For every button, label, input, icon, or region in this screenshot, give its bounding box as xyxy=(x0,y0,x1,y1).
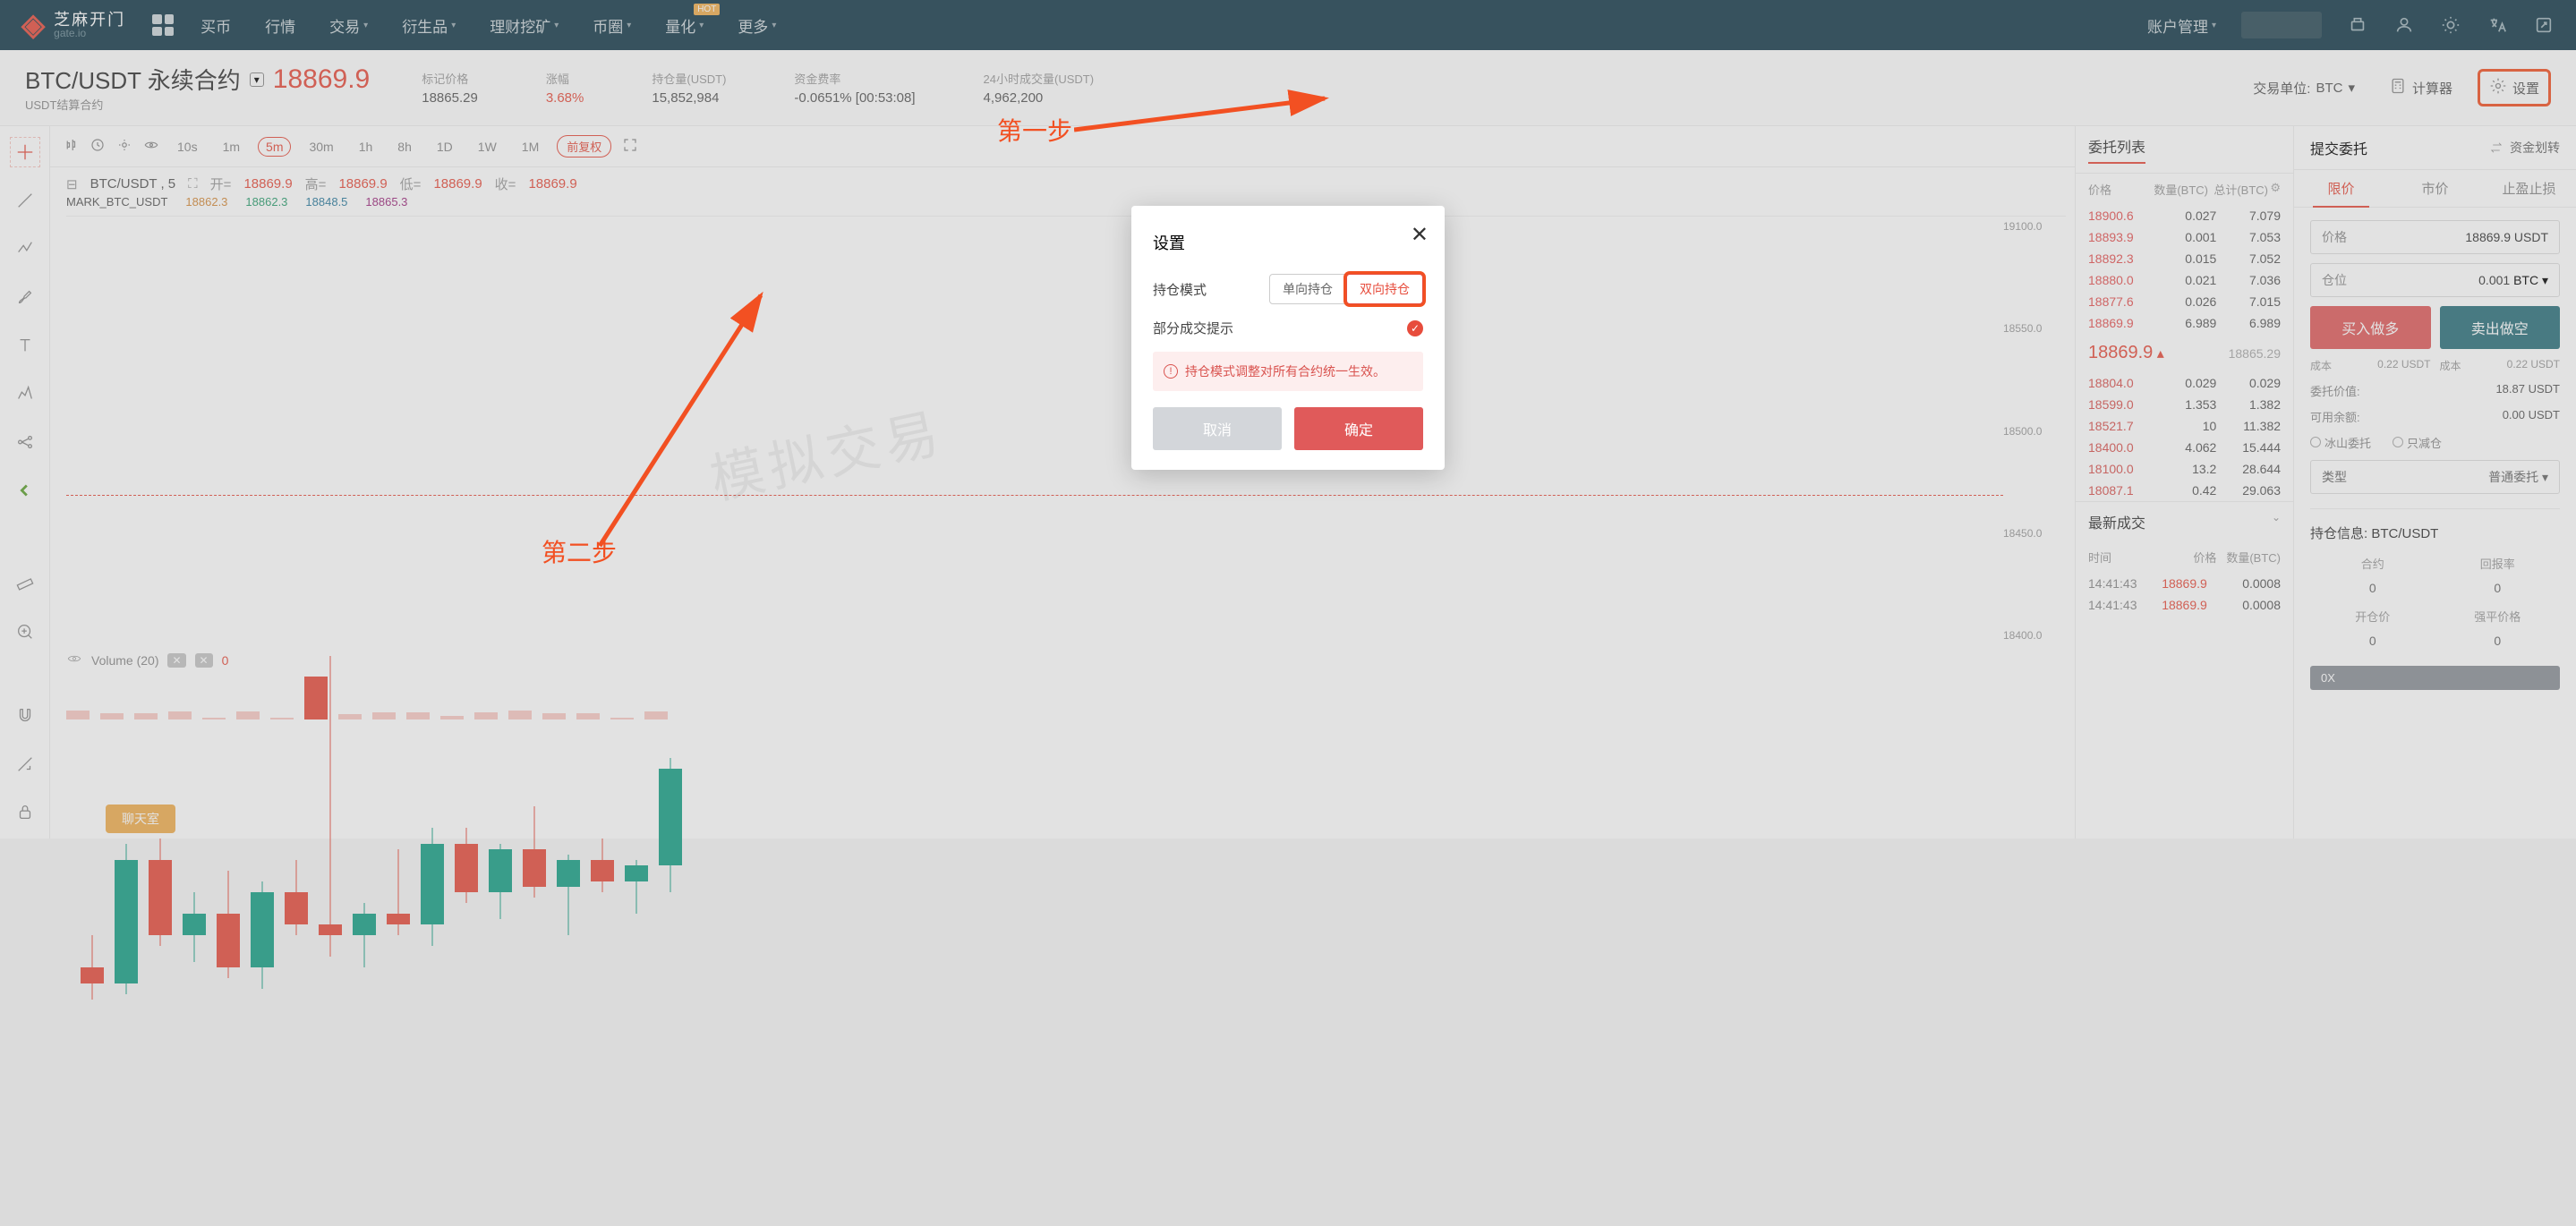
position-mode-toggle: 单向持仓 双向持仓 xyxy=(1269,274,1423,304)
modal-overlay: ✕ 设置 持仓模式 单向持仓 双向持仓 部分成交提示 ✓ ! 持仓模式调整对所有… xyxy=(0,0,2576,1226)
two-way-option[interactable]: 双向持仓 xyxy=(1346,274,1423,304)
warning-icon: ! xyxy=(1164,364,1178,379)
settings-modal: ✕ 设置 持仓模式 单向持仓 双向持仓 部分成交提示 ✓ ! 持仓模式调整对所有… xyxy=(1131,206,1445,470)
check-icon[interactable]: ✓ xyxy=(1407,320,1423,336)
cancel-button[interactable]: 取消 xyxy=(1153,407,1282,450)
position-mode-label: 持仓模式 xyxy=(1153,280,1207,299)
warning-banner: ! 持仓模式调整对所有合约统一生效。 xyxy=(1153,352,1423,391)
partial-fill-label: 部分成交提示 xyxy=(1153,319,1233,337)
close-icon[interactable]: ✕ xyxy=(1411,222,1429,248)
modal-title: 设置 xyxy=(1153,231,1423,254)
confirm-button[interactable]: 确定 xyxy=(1294,407,1423,450)
one-way-option[interactable]: 单向持仓 xyxy=(1269,274,1346,304)
